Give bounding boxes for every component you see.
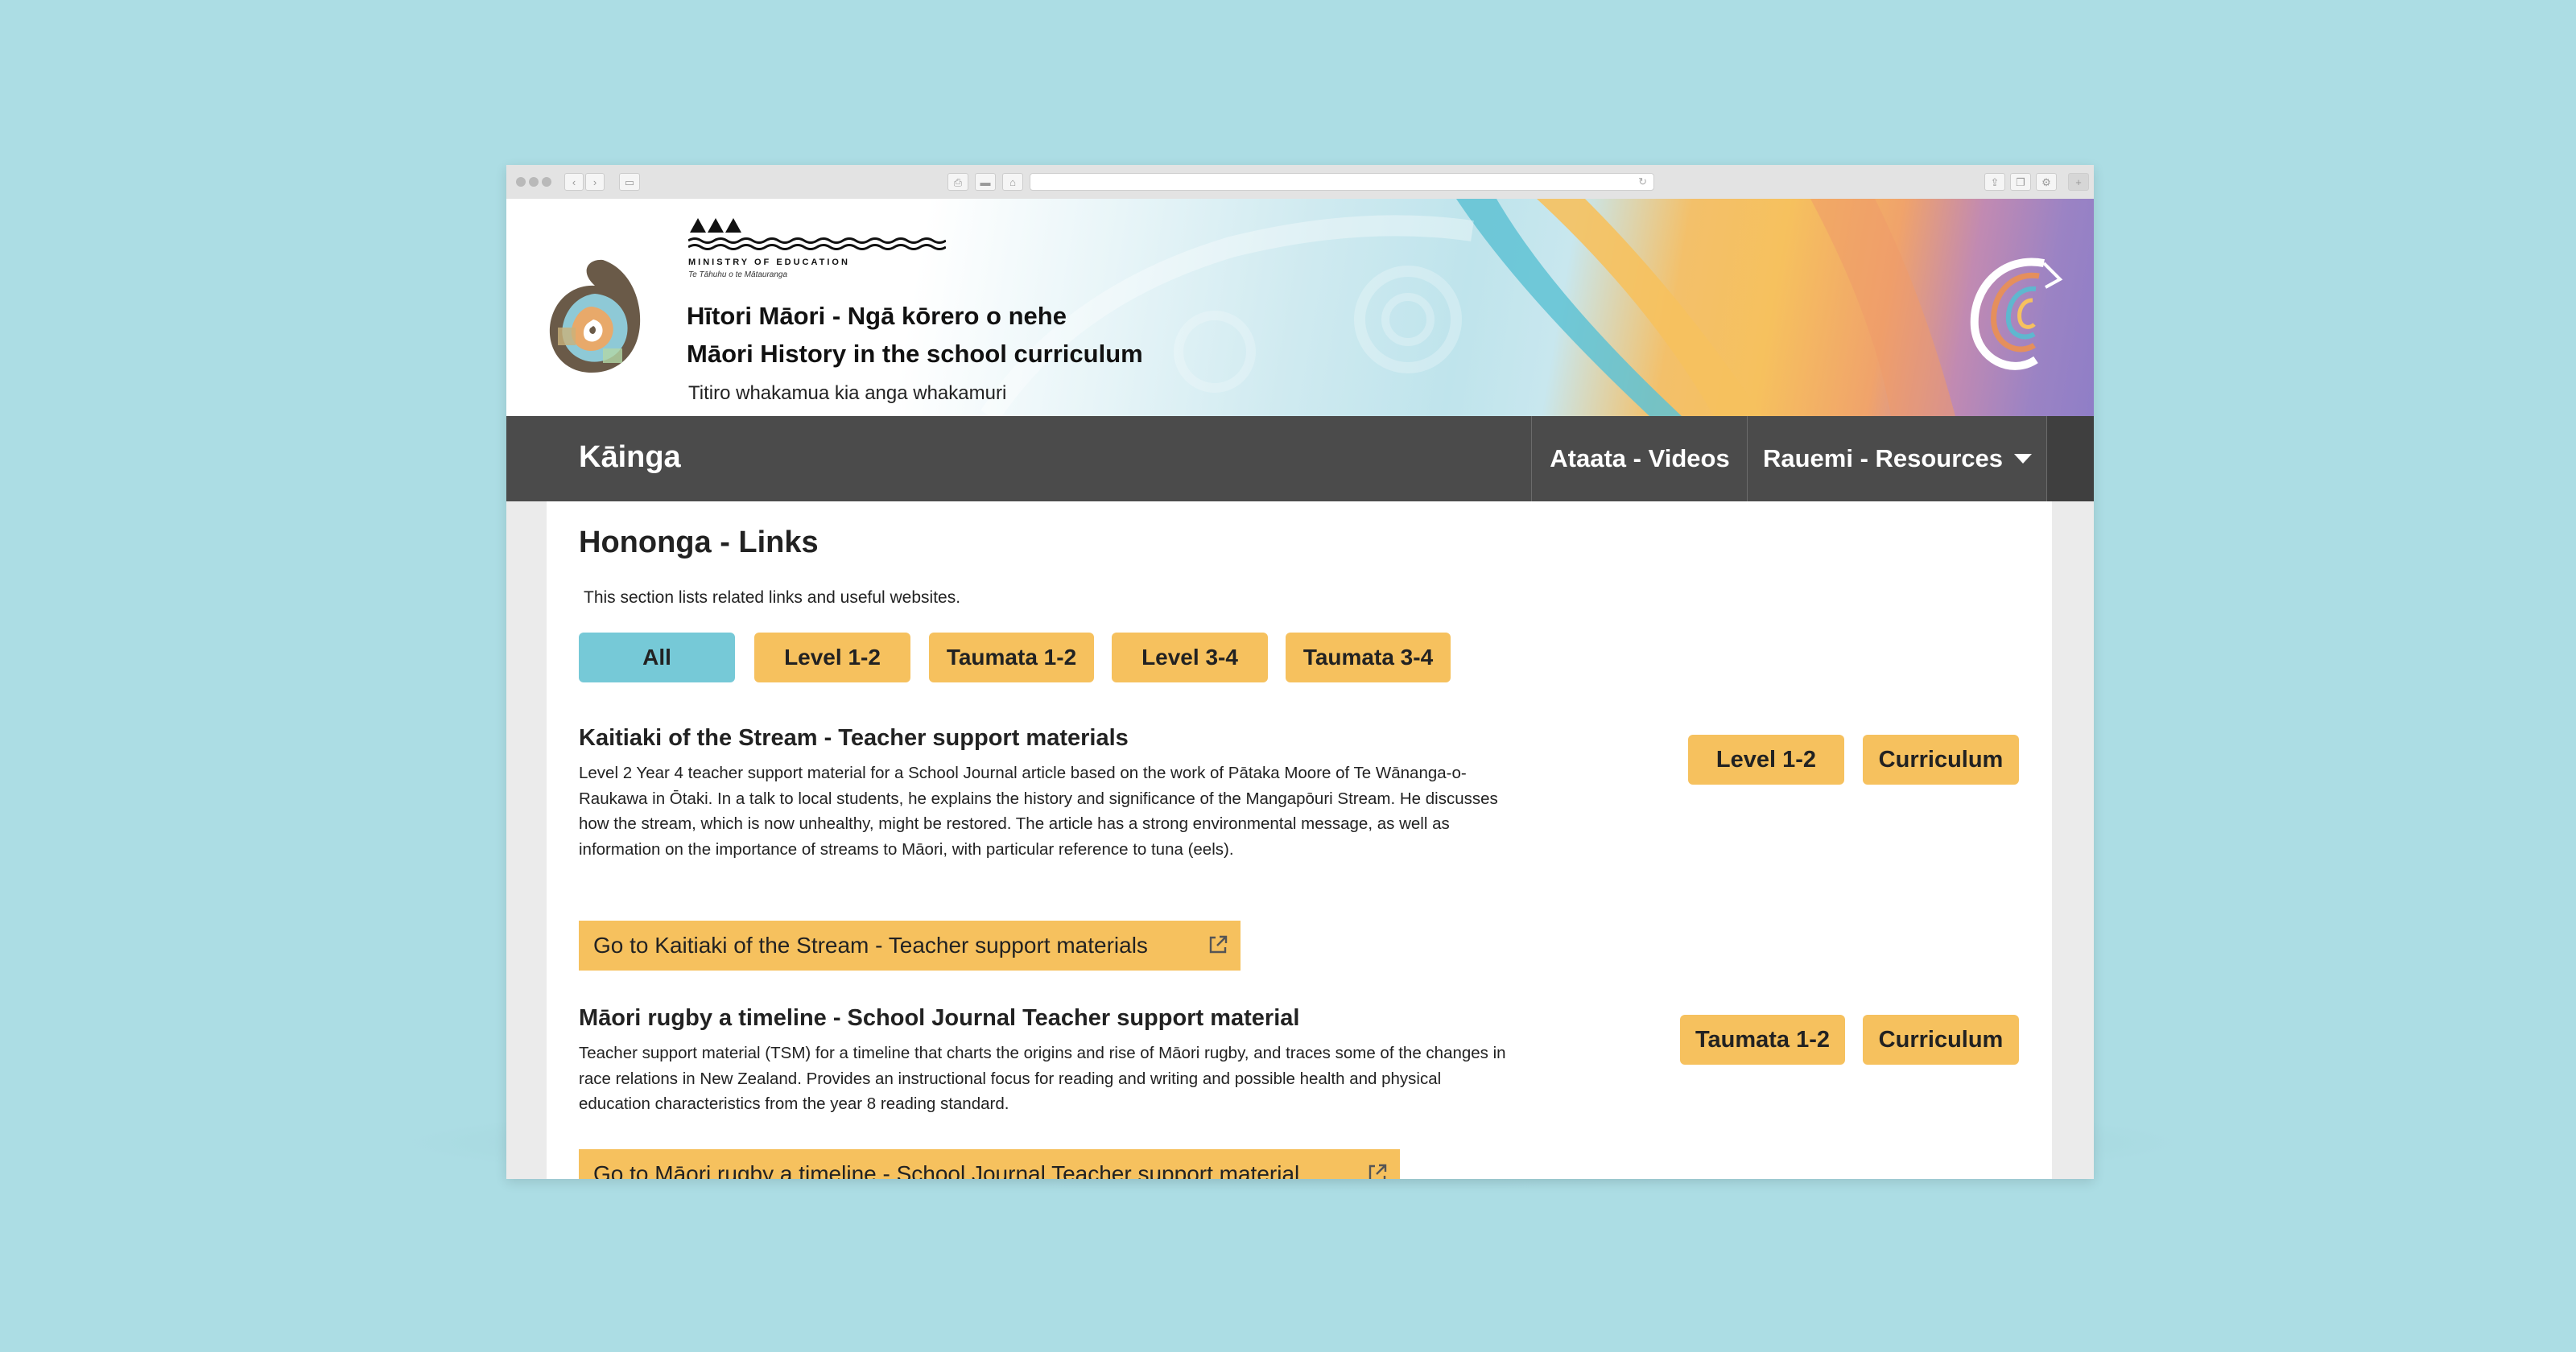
tag-taumata-1-2[interactable]: Taumata 1-2 xyxy=(1680,1015,1845,1065)
filter-all-button[interactable]: All xyxy=(579,633,735,682)
print-icon[interactable]: ⎙ xyxy=(947,173,968,191)
nav-spacer xyxy=(2046,416,2094,501)
share-icon[interactable]: ⇪ xyxy=(1984,173,2005,191)
nav-videos-label: Ataata - Videos xyxy=(1550,444,1730,472)
new-tab-icon[interactable]: + xyxy=(2068,173,2089,191)
main-content: Hononga - Links This section lists relat… xyxy=(547,501,2052,1179)
link-item-go-button[interactable]: Go to Māori rugby a timeline - School Jo… xyxy=(579,1149,1400,1179)
address-bar[interactable]: ↻ xyxy=(1030,173,1654,191)
ministry-name-maori: Te Tāhuhu o te Mātauranga xyxy=(688,270,788,279)
link-item-description: Level 2 Year 4 teacher support material … xyxy=(579,764,1498,859)
forward-icon[interactable]: › xyxy=(585,173,605,191)
external-link-icon xyxy=(1368,1164,1387,1179)
browser-window: ‹ › ▭ ⎙ ▬ ⌂ ↻ ⇪ ❐ ⚙ + MINISTRY OF EDUCAT… xyxy=(506,165,2094,1179)
reload-icon[interactable]: ↻ xyxy=(1638,174,1647,190)
browser-toolbar: ‹ › ▭ ⎙ ▬ ⌂ ↻ ⇪ ❐ ⚙ + xyxy=(506,165,2094,200)
link-item-go-button[interactable]: Go to Kaitiaki of the Stream - Teacher s… xyxy=(579,921,1241,971)
window-dot-icon[interactable] xyxy=(529,177,539,187)
link-item-description: Teacher support material (TSM) for a tim… xyxy=(579,1044,1506,1113)
koru-shell-logo xyxy=(549,259,641,373)
link-item-go-label: Go to Māori rugby a timeline - School Jo… xyxy=(593,1161,1300,1179)
link-item-go-label: Go to Kaitiaki of the Stream - Teacher s… xyxy=(593,933,1148,958)
tabs-icon[interactable]: ❐ xyxy=(2010,173,2031,191)
nav-videos-link[interactable]: Ataata - Videos xyxy=(1531,416,1748,501)
nav-resources-label: Rauemi - Resources xyxy=(1762,444,2004,472)
tag-level-1-2[interactable]: Level 1-2 xyxy=(1688,735,1844,785)
nav-resources-dropdown[interactable]: Rauemi - Resources xyxy=(1747,416,2047,501)
home-icon[interactable]: ⌂ xyxy=(1002,173,1023,191)
ministry-name: MINISTRY OF EDUCATION xyxy=(688,258,850,267)
back-icon[interactable]: ‹ xyxy=(564,173,584,191)
tag-curriculum[interactable]: Curriculum xyxy=(1863,735,2019,785)
link-item-title: Kaitiaki of the Stream - Teacher support… xyxy=(579,725,1129,751)
filter-taumata-3-4-button[interactable]: Taumata 3-4 xyxy=(1286,633,1451,682)
tag-curriculum[interactable]: Curriculum xyxy=(1863,1015,2019,1065)
download-icon[interactable]: ▬ xyxy=(975,173,996,191)
filter-level-1-2-button[interactable]: Level 1-2 xyxy=(754,633,910,682)
window-dot-icon[interactable] xyxy=(542,177,551,187)
external-link-icon xyxy=(1209,935,1228,954)
filter-level-3-4-button[interactable]: Level 3-4 xyxy=(1112,633,1268,682)
page-intro: This section lists related links and use… xyxy=(584,588,961,607)
nav-home-link[interactable]: Kāinga xyxy=(579,440,681,475)
link-item-title: Māori rugby a timeline - School Journal … xyxy=(579,1005,1300,1031)
site-title-maori[interactable]: Hītori Māori - Ngā kōrero o nehe xyxy=(687,302,1067,331)
page-title: Hononga - Links xyxy=(579,526,819,559)
nautilus-icon xyxy=(1970,258,2063,370)
site-title-english[interactable]: Māori History in the school curriculum xyxy=(687,340,1143,369)
main-navigation: Kāinga Ataata - Videos Rauemi - Resource… xyxy=(506,416,2094,501)
filter-taumata-1-2-button[interactable]: Taumata 1-2 xyxy=(929,633,1094,682)
chevron-down-icon xyxy=(2014,453,2033,464)
sidebar-icon[interactable]: ▭ xyxy=(619,173,640,191)
settings-icon[interactable]: ⚙ xyxy=(2036,173,2057,191)
site-header-banner: MINISTRY OF EDUCATION Te Tāhuhu o te Māt… xyxy=(506,199,2094,416)
site-tagline: Titiro whakamua kia anga whakamuri xyxy=(688,382,1007,404)
window-dot-icon[interactable] xyxy=(516,177,526,187)
